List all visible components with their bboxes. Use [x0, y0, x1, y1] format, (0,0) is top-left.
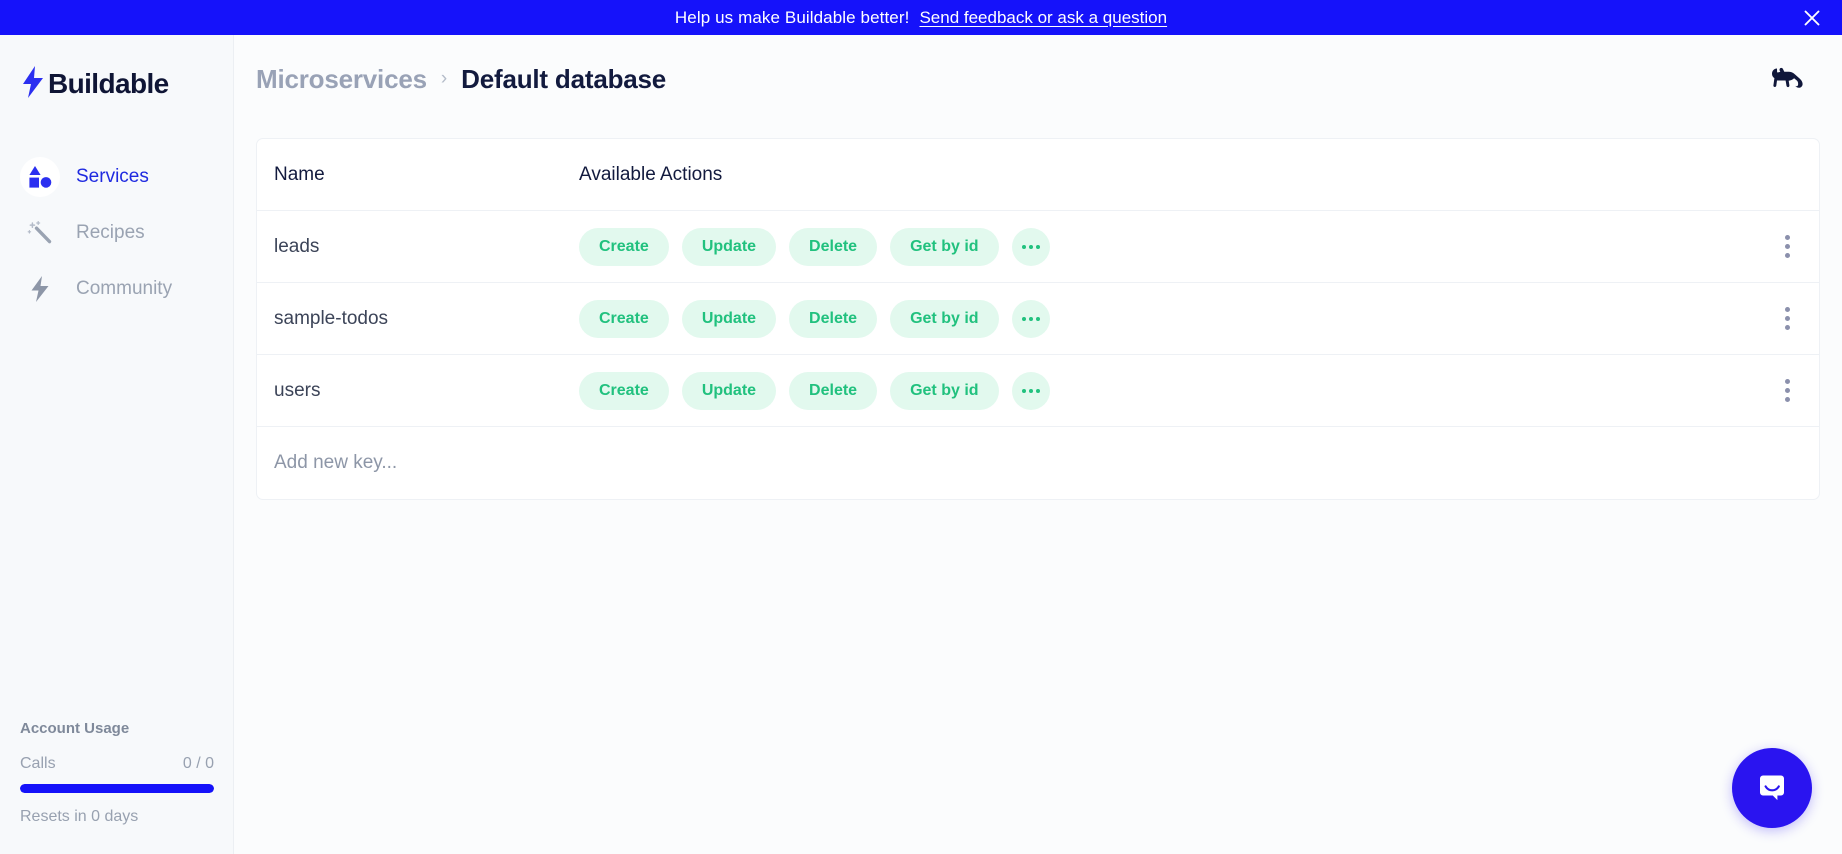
update-button[interactable]: Update	[681, 299, 777, 338]
more-actions-button[interactable]	[1011, 227, 1050, 266]
calls-value: 0 / 0	[182, 755, 214, 772]
update-button[interactable]: Update	[681, 227, 777, 266]
table-row[interactable]: sample-todos Create Update Delete Get by…	[257, 283, 1819, 355]
lightning-bolt-icon	[20, 65, 46, 104]
sidebar-item-label: Recipes	[76, 222, 145, 243]
calls-label: Calls	[20, 755, 56, 772]
row-action-group: Create Update Delete Get by id	[579, 227, 1772, 266]
shapes-icon	[20, 157, 60, 197]
add-new-key-input[interactable]	[274, 452, 794, 474]
add-new-key-row[interactable]	[257, 427, 1819, 499]
delete-button[interactable]: Delete	[789, 371, 878, 410]
database-keys-table: Name Available Actions leads Create Upda…	[256, 138, 1820, 500]
announcement-banner: Help us make Buildable better! Send feed…	[0, 0, 1842, 35]
create-button[interactable]: Create	[579, 227, 669, 266]
announcement-message: Help us make Buildable better!	[674, 7, 910, 27]
get-by-id-button[interactable]: Get by id	[890, 371, 999, 410]
row-action-group: Create Update Delete Get by id	[579, 371, 1772, 410]
kebab-menu-icon[interactable]	[1772, 302, 1802, 336]
brand-logo[interactable]: Buildable	[0, 35, 233, 107]
sidebar-item-label: Services	[76, 166, 149, 187]
breadcrumb: Microservices › Default database	[256, 64, 666, 95]
sidebar-item-community[interactable]: Community	[0, 261, 233, 317]
update-button[interactable]: Update	[681, 371, 777, 410]
sidebar-item-recipes[interactable]: Recipes	[0, 205, 233, 261]
kebab-menu-icon[interactable]	[1772, 230, 1802, 264]
topbar: Microservices › Default database	[234, 35, 1842, 123]
close-icon[interactable]	[1800, 6, 1824, 30]
sidebar: Buildable Services Recipes Community Acc…	[0, 35, 234, 854]
lion-avatar-icon[interactable]	[1764, 56, 1810, 102]
more-actions-button[interactable]	[1011, 371, 1050, 410]
chat-bubble-icon[interactable]	[1732, 748, 1812, 828]
breadcrumb-microservices[interactable]: Microservices	[256, 64, 427, 95]
account-usage-calls-row: Calls 0 / 0	[20, 755, 214, 773]
usage-progress-bar	[20, 784, 214, 793]
chevron-right-icon: ›	[440, 68, 448, 89]
table-row[interactable]: leads Create Update Delete Get by id	[257, 211, 1819, 283]
sidebar-item-label: Community	[76, 278, 173, 299]
create-button[interactable]: Create	[579, 299, 669, 338]
get-by-id-button[interactable]: Get by id	[890, 227, 999, 266]
send-feedback-link[interactable]: Send feedback or ask a question	[919, 8, 1167, 28]
account-usage-title: Account Usage	[20, 720, 130, 737]
kebab-menu-icon[interactable]	[1772, 374, 1802, 408]
account-usage-panel: Account Usage Calls 0 / 0 Resets in 0 da…	[20, 720, 214, 826]
lightning-bolt-icon	[20, 269, 60, 309]
delete-button[interactable]: Delete	[789, 227, 878, 266]
table-row[interactable]: users Create Update Delete Get by id	[257, 355, 1819, 427]
row-action-group: Create Update Delete Get by id	[579, 299, 1772, 338]
brand-name: Buildable	[48, 68, 169, 99]
app-shell: Buildable Services Recipes Community Acc…	[0, 35, 1842, 854]
account-usage-reset-text: Resets in 0 days	[20, 808, 139, 825]
magic-wand-icon	[20, 213, 60, 253]
row-key-name: users	[274, 379, 321, 401]
delete-button[interactable]: Delete	[789, 299, 878, 338]
sidebar-nav: Services Recipes Community	[0, 149, 233, 317]
sidebar-item-services[interactable]: Services	[0, 149, 233, 205]
get-by-id-button[interactable]: Get by id	[890, 299, 999, 338]
column-header-name: Name	[274, 163, 325, 185]
row-key-name: leads	[274, 235, 320, 257]
more-actions-button[interactable]	[1011, 299, 1050, 338]
usage-progress-fill	[20, 784, 214, 793]
page-title: Default database	[461, 63, 667, 94]
table-header-row: Name Available Actions	[257, 139, 1819, 211]
column-header-actions: Available Actions	[579, 163, 723, 185]
main-content: Microservices › Default database Name Av…	[234, 35, 1842, 854]
create-button[interactable]: Create	[579, 371, 669, 410]
row-key-name: sample-todos	[274, 307, 389, 329]
